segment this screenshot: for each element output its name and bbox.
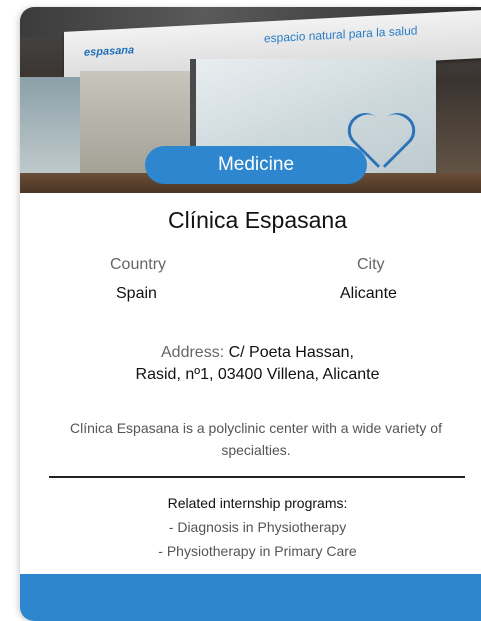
- clinic-description: Clínica Espasana is a polyclinic center …: [70, 420, 442, 458]
- related-programs-title: Related internship programs:: [167, 495, 348, 511]
- program-item-diagnosis[interactable]: - Diagnosis in Physiotherapy: [20, 519, 481, 535]
- photo-sign-text: espacio natural para la salud: [264, 23, 418, 46]
- clinic-card[interactable]: espasana espacio natural para la salud M…: [20, 7, 481, 621]
- category-badge: Medicine: [145, 146, 367, 184]
- address-label: Address:: [161, 344, 225, 361]
- city-value: Alicante: [340, 285, 397, 302]
- country-label: Country: [110, 256, 167, 273]
- country-value: Spain: [116, 285, 157, 302]
- clinic-address: Address: C/ Poeta Hassan, Rasid, nº1, 03…: [20, 342, 481, 386]
- address-line-1: C/ Poeta Hassan,: [228, 344, 354, 361]
- city-label: City: [357, 256, 385, 273]
- program-item-primary-care[interactable]: - Physiotherapy in Primary Care: [20, 543, 481, 559]
- address-line-2: Rasid, nº1, 03400 Villena, Alicante: [135, 366, 380, 383]
- section-divider: [49, 476, 465, 478]
- card-footer-bar[interactable]: [20, 574, 481, 621]
- clinic-title: Clínica Espasana: [168, 207, 347, 233]
- photo-sign-logo: espasana: [84, 44, 135, 59]
